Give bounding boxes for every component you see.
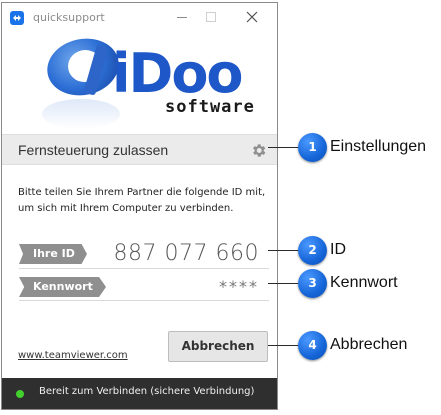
teamviewer-link[interactable]: www.teamviewer.com (18, 350, 128, 361)
instruction-text: Bitte teilen Sie Ihrem Partner die folge… (18, 187, 266, 214)
divider (19, 300, 269, 301)
title-bar: quicksupport (2, 3, 277, 33)
status-indicator-icon (16, 390, 24, 398)
callout-line (268, 283, 298, 284)
callout-label-settings: Einstellungen (330, 138, 427, 155)
callout-label-id: ID (330, 241, 346, 258)
callout-badge-1: 1 (298, 133, 327, 162)
section-title: Fernsteuerung zulassen (18, 142, 169, 158)
id-value: 887 077 660 (113, 241, 259, 266)
cancel-button[interactable]: Abbrechen (168, 331, 268, 362)
status-text: Bereit zum Verbinden (sichere Verbindung… (39, 386, 255, 397)
callout-line (268, 345, 298, 346)
minimize-icon[interactable] (171, 8, 193, 26)
gear-icon[interactable] (250, 142, 267, 163)
logo-brand: iDoo (112, 42, 244, 105)
callout-line (268, 250, 298, 251)
callout-line (268, 147, 298, 148)
close-icon[interactable] (241, 8, 263, 26)
callout-label-cancel: Abbrechen (330, 336, 408, 353)
teamviewer-icon (10, 11, 24, 25)
callout-badge-2: 2 (298, 236, 327, 265)
quicksupport-window: quicksupport iDoo software Fernsteuerung… (1, 2, 278, 410)
logo-subtitle: software (165, 97, 255, 117)
callout-badge-3: 3 (298, 269, 327, 298)
logo-reflection (42, 99, 120, 129)
password-label: Kennwort (19, 277, 106, 297)
password-value: **** (219, 277, 259, 296)
callout-label-password: Kennwort (330, 274, 398, 291)
maximize-icon[interactable] (200, 8, 222, 26)
callout-badge-4: 4 (298, 331, 327, 360)
window-title: quicksupport (33, 11, 105, 24)
company-logo: iDoo software (2, 32, 277, 133)
divider (19, 268, 269, 269)
id-label: Ihre ID (19, 244, 87, 264)
allow-control-header: Fernsteuerung zulassen (2, 134, 277, 165)
status-bar: Bereit zum Verbinden (sichere Verbindung… (2, 378, 277, 409)
